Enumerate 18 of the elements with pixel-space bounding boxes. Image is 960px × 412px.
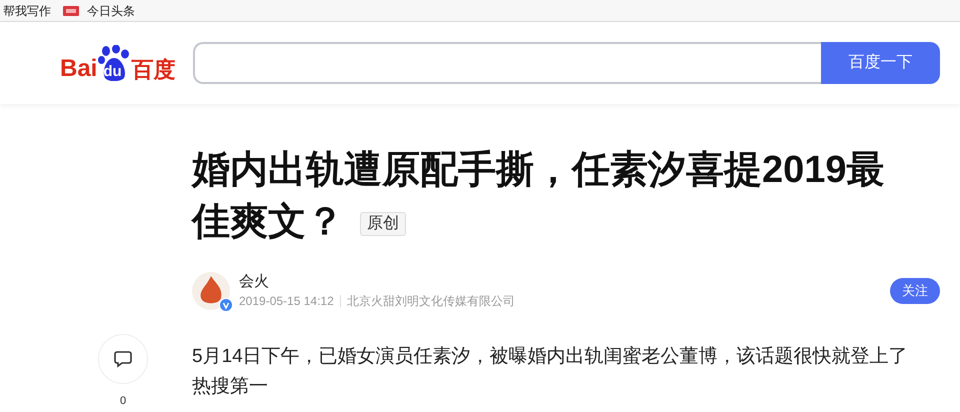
- paw-logo: du: [98, 45, 130, 81]
- avatar: [192, 272, 230, 310]
- author-name[interactable]: 会火: [239, 272, 515, 292]
- comment-count: 0: [120, 394, 126, 409]
- publish-time: 2019-05-15 14:12: [239, 293, 334, 310]
- bookmark-link[interactable]: 帮我写作: [3, 2, 51, 20]
- logo-text: Bai: [60, 57, 98, 81]
- search-button[interactable]: 百度一下: [821, 42, 940, 84]
- logo-text: 百度: [131, 59, 176, 81]
- article-paragraph: 5月14日下午，已婚女演员任素汐，被曝婚内出轨闺蜜老公董博，该话题很快就登上了热搜第一: [192, 344, 909, 399]
- comment-icon: [114, 350, 132, 368]
- company-name: 北京火甜刘明文化传媒有限公司: [346, 293, 515, 310]
- original-tag: 原创: [360, 212, 406, 236]
- bookmark-link[interactable]: 今日头条: [87, 2, 135, 20]
- comment-button[interactable]: [98, 334, 148, 384]
- search-field[interactable]: [193, 42, 821, 84]
- article-title: 婚内出轨遭原配手撕，任素汐喜提2019最佳爽文？ 原创: [192, 148, 886, 245]
- follow-button[interactable]: 关注: [890, 278, 940, 304]
